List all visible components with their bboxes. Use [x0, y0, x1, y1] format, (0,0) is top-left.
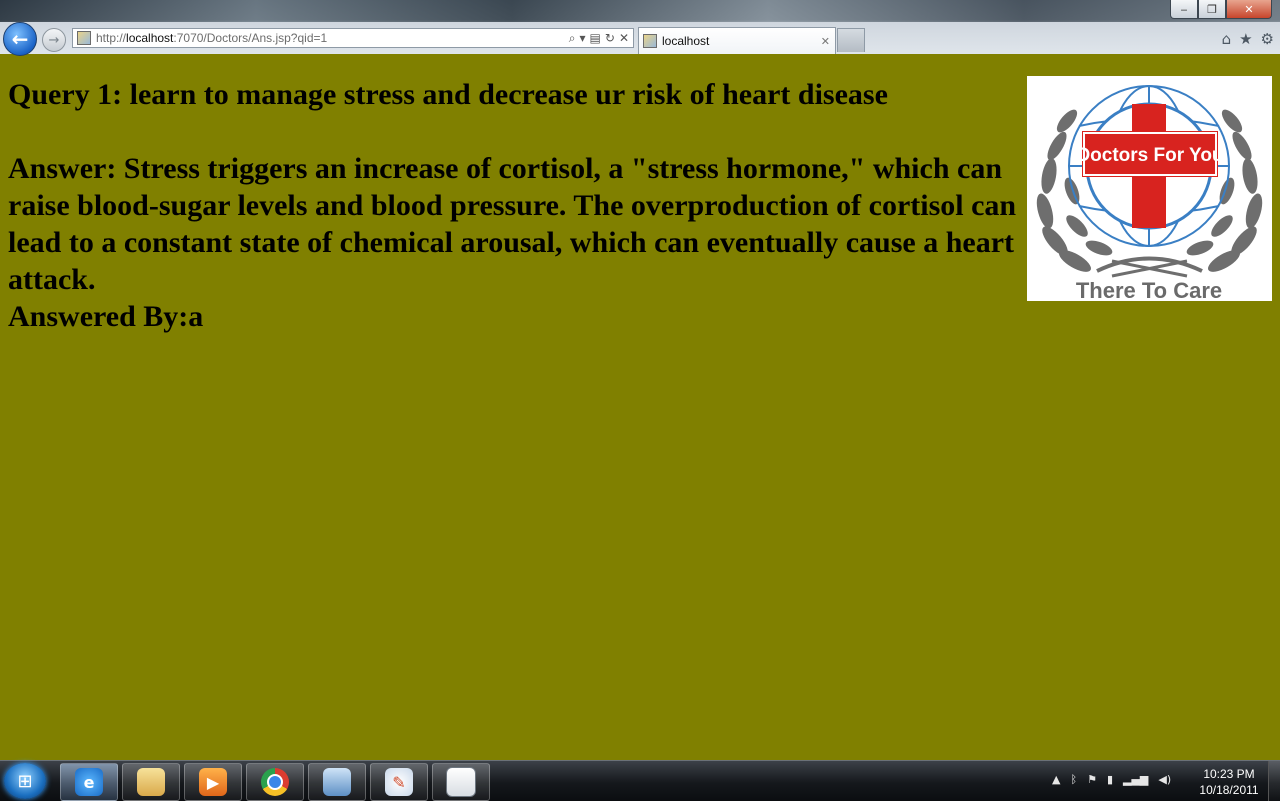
show-hidden-icons-icon[interactable]: ▲ [1052, 773, 1060, 786]
taskbar-virtualbox[interactable] [308, 763, 366, 801]
stop-icon[interactable]: ✕ [619, 31, 629, 45]
refresh-icon[interactable]: ↻ [605, 31, 615, 45]
taskbar-media-player[interactable]: ▶ [184, 763, 242, 801]
browser-tools: ⌂ ★ ⚙ [1222, 30, 1274, 48]
new-tab-button[interactable] [837, 28, 865, 52]
action-center-flag-icon[interactable]: ⚑ [1087, 773, 1097, 786]
address-bar-actions: ⌕ ▾ ▤ ↻ ✕ [569, 31, 633, 46]
taskbar-internet-explorer[interactable]: e [60, 763, 118, 801]
doctors-for-you-logo: Doctors For You There To Care [1027, 76, 1272, 301]
tab-close-icon[interactable]: ✕ [821, 35, 830, 48]
back-arrow-icon: ← [11, 27, 29, 51]
page-content: Query 1: learn to manage stress and decr… [0, 54, 1280, 760]
page-favicon-icon [77, 31, 91, 45]
chevron-down-icon[interactable]: ▾ [580, 31, 586, 45]
virtualbox-icon [323, 768, 351, 796]
taskbar-chrome[interactable] [246, 763, 304, 801]
back-button[interactable]: ← [3, 22, 37, 56]
minimize-button[interactable]: ‒ [1170, 0, 1198, 19]
power-icon[interactable]: ▮ [1107, 773, 1113, 786]
logo-brand-text: Doctors For You [1076, 145, 1223, 166]
address-bar[interactable]: http://localhost:7070/Doctors/Ans.jsp?qi… [72, 28, 634, 48]
settings-gear-icon[interactable]: ⚙ [1261, 30, 1274, 48]
browser-chrome: ‒ ❐ ✕ ← → http://localhost:7070/Doctors/… [0, 0, 1280, 56]
taskbar-windows-explorer[interactable] [122, 763, 180, 801]
start-button[interactable]: ⊞ [4, 763, 46, 799]
chrome-icon [261, 768, 289, 796]
tab-favicon-icon [643, 34, 657, 48]
network-signal-icon[interactable]: ▂▄▆ [1123, 773, 1148, 786]
restore-button[interactable]: ❐ [1198, 0, 1226, 19]
home-icon[interactable]: ⌂ [1222, 30, 1232, 48]
forward-button[interactable]: → [42, 28, 66, 52]
system-tray: ▲ ᛒ ⚑ ▮ ▂▄▆ ◀) [1052, 773, 1171, 786]
address-url[interactable]: http://localhost:7070/Doctors/Ans.jsp?qi… [96, 31, 327, 45]
url-scheme: http:// [96, 31, 127, 45]
url-host: localhost [126, 31, 174, 45]
favorites-star-icon[interactable]: ★ [1239, 30, 1252, 48]
taskbar-clock[interactable]: 10:23 PM 10/18/2011 [1196, 766, 1262, 798]
internet-explorer-icon: e [75, 768, 103, 796]
document-icon [446, 767, 476, 797]
browser-tab[interactable]: localhost ✕ [638, 27, 836, 54]
answer-text: Answer: Stress triggers an increase of c… [8, 152, 1017, 296]
windows-taskbar: ⊞ e ▶ ✎ ▲ ᛒ ⚑ ▮ ▂▄▆ ◀) 10:23 PM 10/18/20… [0, 760, 1280, 801]
query-text: Query 1: learn to manage stress and decr… [8, 78, 888, 111]
windows-explorer-icon [137, 768, 165, 796]
url-path: :7070/Doctors/Ans.jsp?qid=1 [173, 31, 328, 45]
tab-title: localhost [662, 34, 710, 48]
answered-by-text: Answered By:a [8, 300, 204, 333]
window-controls: ‒ ❐ ✕ [1170, 0, 1272, 19]
taskbar-paint[interactable]: ✎ [370, 763, 428, 801]
forward-arrow-icon: → [48, 32, 60, 48]
logo-graphic: Doctors For You There To Care [1036, 85, 1263, 301]
windows-logo-icon: ⊞ [17, 770, 33, 792]
qa-block: Query 1: learn to manage stress and decr… [8, 76, 1020, 335]
clock-date: 10/18/2011 [1199, 783, 1259, 797]
compatibility-view-icon[interactable]: ▤ [590, 31, 601, 45]
search-icon[interactable]: ⌕ [569, 31, 576, 46]
taskbar-document[interactable] [432, 763, 490, 801]
bluetooth-icon[interactable]: ᛒ [1070, 773, 1077, 786]
paint-icon: ✎ [385, 768, 413, 796]
show-desktop-button[interactable] [1268, 761, 1280, 801]
close-window-button[interactable]: ✕ [1226, 0, 1272, 19]
media-player-icon: ▶ [199, 768, 227, 796]
logo-tagline-text: There To Care [1076, 278, 1222, 301]
volume-icon[interactable]: ◀) [1158, 773, 1171, 786]
clock-time: 10:23 PM [1203, 767, 1255, 781]
